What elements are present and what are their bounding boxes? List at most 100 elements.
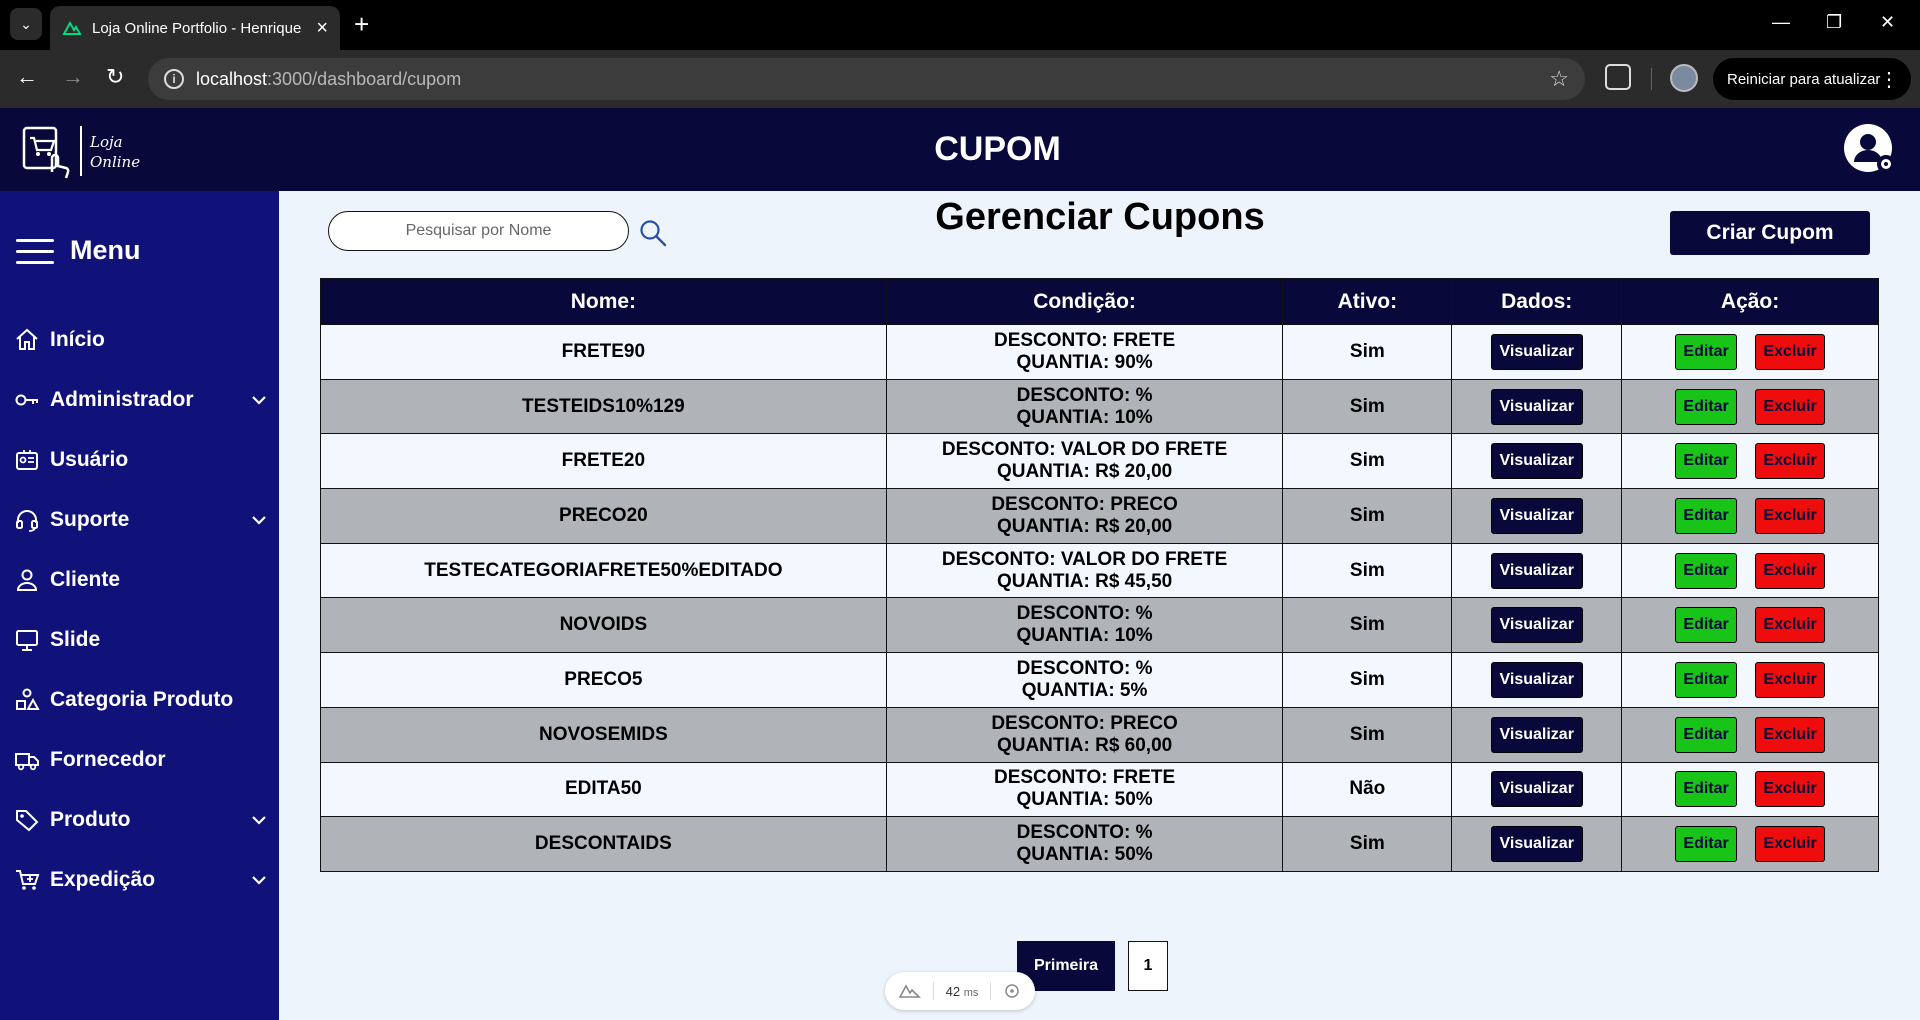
tag-icon	[14, 807, 40, 833]
hamburger-menu-icon[interactable]	[16, 237, 54, 265]
site-info-icon[interactable]: i	[164, 69, 184, 89]
coupon-amount: QUANTIA: R$ 60,00	[996, 734, 1173, 756]
render-timing: 42 ms	[945, 983, 979, 999]
browser-toolbar: ← → ↻ i localhost:3000/dashboard/cupom ☆…	[0, 50, 1920, 108]
coupon-amount: QUANTIA: 50%	[1016, 844, 1153, 866]
edit-button[interactable]: Editar	[1675, 552, 1738, 589]
address-bar[interactable]: i localhost:3000/dashboard/cupom ☆	[148, 58, 1585, 100]
edit-button[interactable]: Editar	[1675, 826, 1738, 863]
coupon-condition: DESCONTO: FRETE QUANTIA: 50%	[885, 761, 1284, 818]
edit-button[interactable]: Editar	[1675, 716, 1738, 753]
view-button[interactable]: Visualizar	[1490, 552, 1583, 589]
coupon-amount: QUANTIA: R$ 45,50	[996, 570, 1173, 592]
restore-icon[interactable]: ❐	[1826, 12, 1842, 33]
coupon-discount: DESCONTO: FRETE	[993, 767, 1176, 789]
bookmark-star-icon[interactable]: ☆	[1549, 66, 1569, 92]
nuxt-logo-icon[interactable]	[898, 983, 921, 999]
delete-button[interactable]: Excluir	[1755, 443, 1826, 480]
nuxt-devtools-bar[interactable]: 42 ms	[885, 972, 1035, 1010]
coupon-discount: DESCONTO: %	[1016, 657, 1153, 679]
view-button[interactable]: Visualizar	[1490, 716, 1583, 753]
devbar-divider	[990, 982, 992, 1000]
edit-button[interactable]: Editar	[1675, 497, 1738, 534]
browser-menu-kebab-icon[interactable]: ⋮	[1879, 67, 1899, 92]
reload-icon[interactable]: ↻	[106, 64, 124, 90]
delete-button[interactable]: Excluir	[1755, 388, 1826, 425]
coupon-condition: DESCONTO: PRECO QUANTIA: R$ 60,00	[885, 706, 1284, 763]
new-tab-plus-icon[interactable]: +	[354, 10, 369, 38]
chevron-down-icon[interactable]	[250, 871, 268, 889]
restart-to-update-button[interactable]: Reiniciar para atualizar ⋮	[1713, 58, 1911, 100]
coupon-data-cell: Visualizar	[1451, 433, 1623, 490]
sidebar-item-label: Cliente	[50, 568, 121, 591]
sidebar-item-expedição[interactable]: Expedição	[14, 860, 268, 900]
tab-close-icon[interactable]: ×	[316, 17, 328, 40]
user-settings-avatar-icon[interactable]	[1842, 122, 1898, 178]
extensions-puzzle-icon[interactable]	[1605, 64, 1631, 90]
delete-button[interactable]: Excluir	[1755, 826, 1826, 863]
column-header-action: Ação:	[1621, 278, 1879, 325]
key-icon	[14, 387, 40, 413]
sidebar-item-label: Expedição	[50, 868, 156, 891]
tab-list-chevron-icon[interactable]: ⌄	[10, 8, 42, 40]
table-row: FRETE90 DESCONTO: FRETE QUANTIA: 90% Sim Vis…	[320, 324, 1879, 380]
edit-button[interactable]: Editar	[1675, 661, 1738, 698]
column-header-active: Ativo:	[1282, 278, 1453, 325]
edit-button[interactable]: Editar	[1675, 771, 1738, 808]
table-row: PRECO20 DESCONTO: PRECO QUANTIA: R$ 20,00 S…	[320, 488, 1879, 544]
view-button[interactable]: Visualizar	[1490, 826, 1583, 863]
chevron-down-icon[interactable]	[250, 511, 268, 529]
chevron-down-icon[interactable]	[250, 811, 268, 829]
crosshair-inspect-icon[interactable]	[1003, 982, 1021, 1000]
sidebar-item-usuário[interactable]: Usuário	[14, 440, 268, 480]
browser-profile-avatar[interactable]	[1670, 64, 1698, 92]
coupon-action-cell: Editar Excluir	[1621, 597, 1879, 654]
search-icon[interactable]	[638, 218, 668, 248]
chevron-down-icon[interactable]	[250, 391, 268, 409]
create-coupon-button[interactable]: Criar Cupom	[1670, 211, 1870, 255]
sidebar-item-suporte[interactable]: Suporte	[14, 500, 268, 540]
address-url[interactable]: localhost:3000/dashboard/cupom	[196, 69, 461, 90]
minimize-icon[interactable]: —	[1772, 12, 1790, 33]
edit-button[interactable]: Editar	[1675, 607, 1738, 644]
forward-arrow-icon[interactable]: →	[62, 64, 84, 90]
delete-button[interactable]: Excluir	[1755, 607, 1826, 644]
search-input[interactable]	[328, 211, 629, 251]
view-button[interactable]: Visualizar	[1490, 333, 1583, 370]
sidebar-item-fornecedor[interactable]: Fornecedor	[14, 740, 268, 780]
window-close-icon[interactable]: ✕	[1880, 12, 1895, 33]
delete-button[interactable]: Excluir	[1755, 661, 1826, 698]
sidebar-item-cliente[interactable]: Cliente	[14, 560, 268, 600]
view-button[interactable]: Visualizar	[1490, 607, 1583, 644]
coupon-data-cell: Visualizar	[1451, 816, 1623, 872]
back-arrow-icon[interactable]: ←	[16, 64, 38, 90]
sidebar-item-slide[interactable]: Slide	[14, 620, 268, 660]
view-button[interactable]: Visualizar	[1490, 771, 1583, 808]
menu-toggle[interactable]: Menu	[16, 235, 141, 266]
pagination-page-button[interactable]: 1	[1128, 941, 1168, 991]
delete-button[interactable]: Excluir	[1755, 333, 1826, 370]
coupon-active: Sim	[1282, 706, 1453, 763]
view-button[interactable]: Visualizar	[1490, 661, 1583, 698]
coupon-data-cell: Visualizar	[1451, 761, 1623, 818]
shapes-icon	[14, 687, 40, 713]
view-button[interactable]: Visualizar	[1490, 443, 1583, 480]
view-button[interactable]: Visualizar	[1490, 497, 1583, 534]
home-icon	[14, 327, 40, 353]
browser-tab[interactable]: Loja Online Portfolio - Henrique ×	[50, 6, 340, 50]
coupon-data-cell: Visualizar	[1451, 706, 1623, 763]
sidebar-item-produto[interactable]: Produto	[14, 800, 268, 840]
edit-button[interactable]: Editar	[1675, 333, 1738, 370]
view-button[interactable]: Visualizar	[1490, 388, 1583, 425]
delete-button[interactable]: Excluir	[1755, 771, 1826, 808]
delete-button[interactable]: Excluir	[1755, 552, 1826, 589]
sidebar-item-categoria-produto[interactable]: Categoria Produto	[14, 680, 268, 720]
coupon-name: TESTECATEGORIAFRETE50%EDITADO	[320, 542, 887, 599]
coupon-condition: DESCONTO: VALOR DO FRETE QUANTIA: R$ 45,5…	[885, 542, 1284, 599]
edit-button[interactable]: Editar	[1675, 443, 1738, 480]
sidebar-item-início[interactable]: Início	[14, 320, 268, 360]
sidebar-item-administrador[interactable]: Administrador	[14, 380, 268, 420]
delete-button[interactable]: Excluir	[1755, 497, 1826, 534]
edit-button[interactable]: Editar	[1675, 388, 1738, 425]
delete-button[interactable]: Excluir	[1755, 716, 1826, 753]
